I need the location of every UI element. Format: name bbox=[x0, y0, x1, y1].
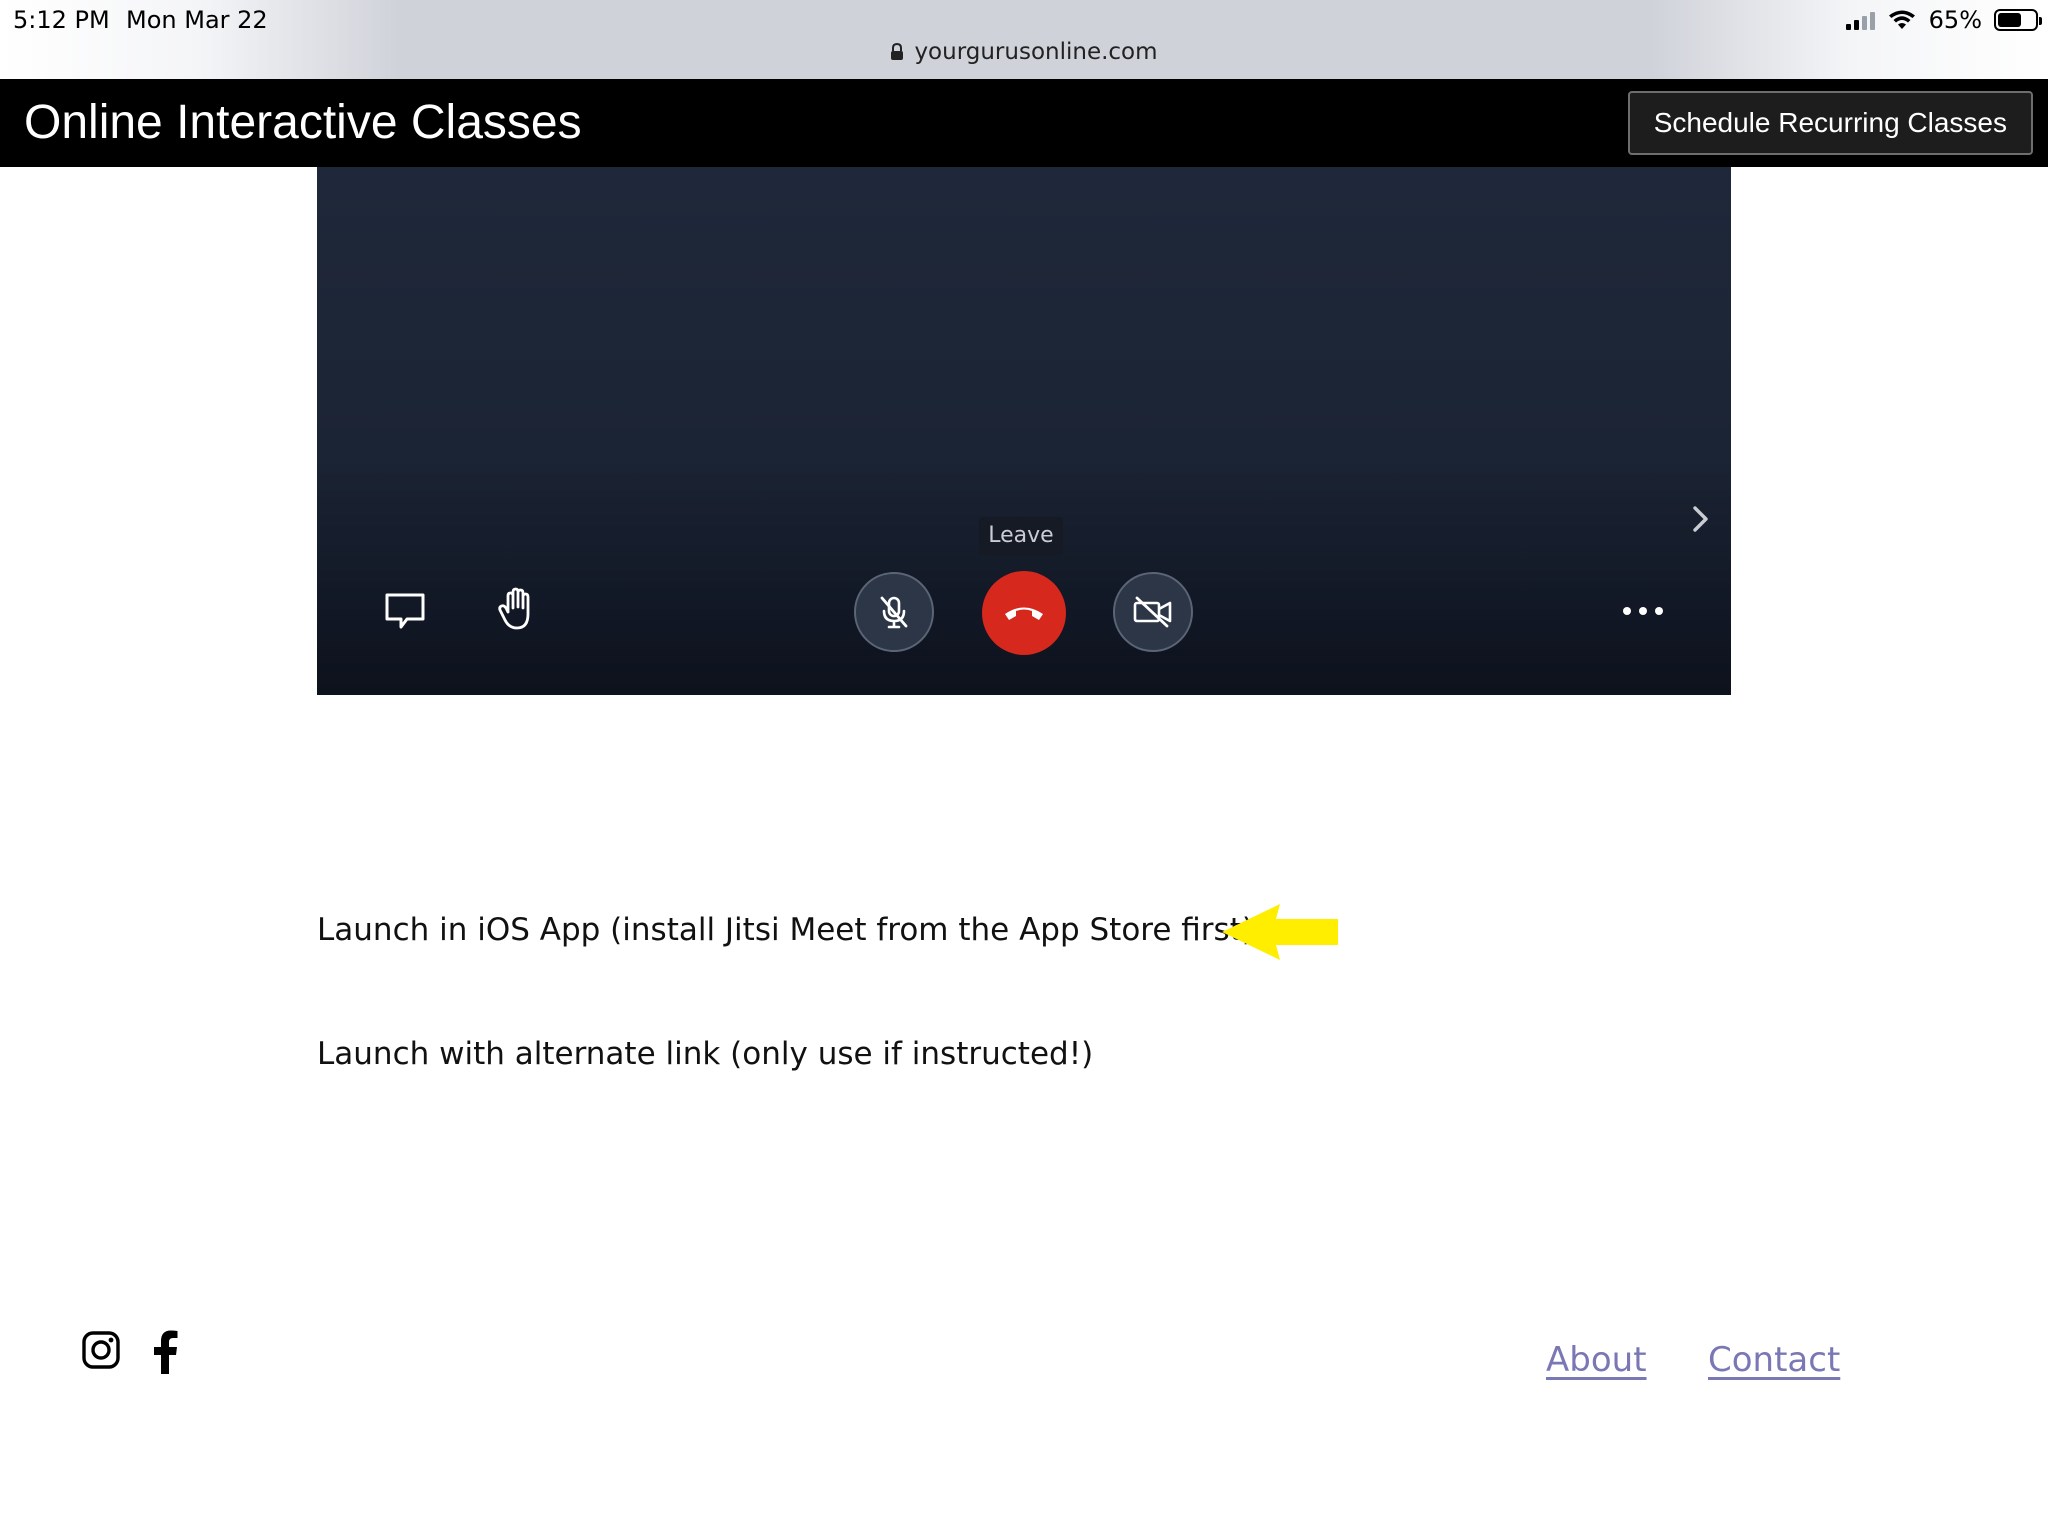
hangup-button[interactable] bbox=[982, 571, 1066, 655]
site-title[interactable]: Online Interactive Classes bbox=[24, 95, 582, 150]
footer-about-link[interactable]: About bbox=[1546, 1340, 1647, 1380]
ios-status-bar: 5:12 PM Mon Mar 22 65% yourgurusonline.c… bbox=[0, 0, 2048, 79]
chat-icon bbox=[385, 593, 425, 629]
footer-contact-link[interactable]: Contact bbox=[1708, 1340, 1840, 1380]
jitsi-video-frame[interactable]: Leave bbox=[317, 167, 1731, 695]
schedule-recurring-classes-button[interactable]: Schedule Recurring Classes bbox=[1627, 91, 2033, 155]
lock-icon bbox=[891, 43, 904, 60]
raise-hand-button[interactable] bbox=[493, 585, 541, 633]
facebook-icon[interactable] bbox=[150, 1330, 180, 1374]
camera-toggle-button[interactable] bbox=[1113, 572, 1193, 652]
microphone-muted-icon bbox=[880, 596, 908, 629]
microphone-toggle-button[interactable] bbox=[854, 572, 934, 652]
status-date: Mon Mar 22 bbox=[126, 6, 268, 34]
launch-alternate-link[interactable]: Launch with alternate link (only use if … bbox=[317, 1036, 1093, 1072]
status-time: 5:12 PM bbox=[13, 6, 110, 34]
camera-off-icon bbox=[1133, 596, 1172, 628]
chat-button[interactable] bbox=[381, 587, 429, 635]
hangup-icon bbox=[1005, 607, 1043, 620]
toggle-filmstrip-button[interactable] bbox=[1687, 501, 1715, 537]
site-header: Online Interactive Classes Schedule Recu… bbox=[0, 79, 2048, 167]
address-bar[interactable]: yourgurusonline.com bbox=[0, 39, 2048, 65]
launch-ios-app-link[interactable]: Launch in iOS App (install Jitsi Meet fr… bbox=[317, 912, 1254, 948]
raise-hand-icon bbox=[498, 587, 530, 630]
battery-icon bbox=[1994, 9, 2042, 31]
cellular-signal-icon bbox=[1845, 10, 1875, 30]
more-options-icon bbox=[1623, 607, 1663, 615]
yellow-arrow-icon bbox=[1222, 904, 1338, 960]
status-indicators: 65% bbox=[1845, 6, 2042, 34]
instagram-icon[interactable] bbox=[81, 1330, 121, 1370]
more-options-button[interactable] bbox=[1619, 599, 1667, 623]
url-text: yourgurusonline.com bbox=[914, 39, 1158, 65]
chevron-right-icon bbox=[1693, 506, 1708, 532]
battery-percent: 65% bbox=[1928, 6, 1982, 34]
leave-tooltip: Leave bbox=[979, 517, 1063, 555]
wifi-icon bbox=[1888, 10, 1915, 29]
